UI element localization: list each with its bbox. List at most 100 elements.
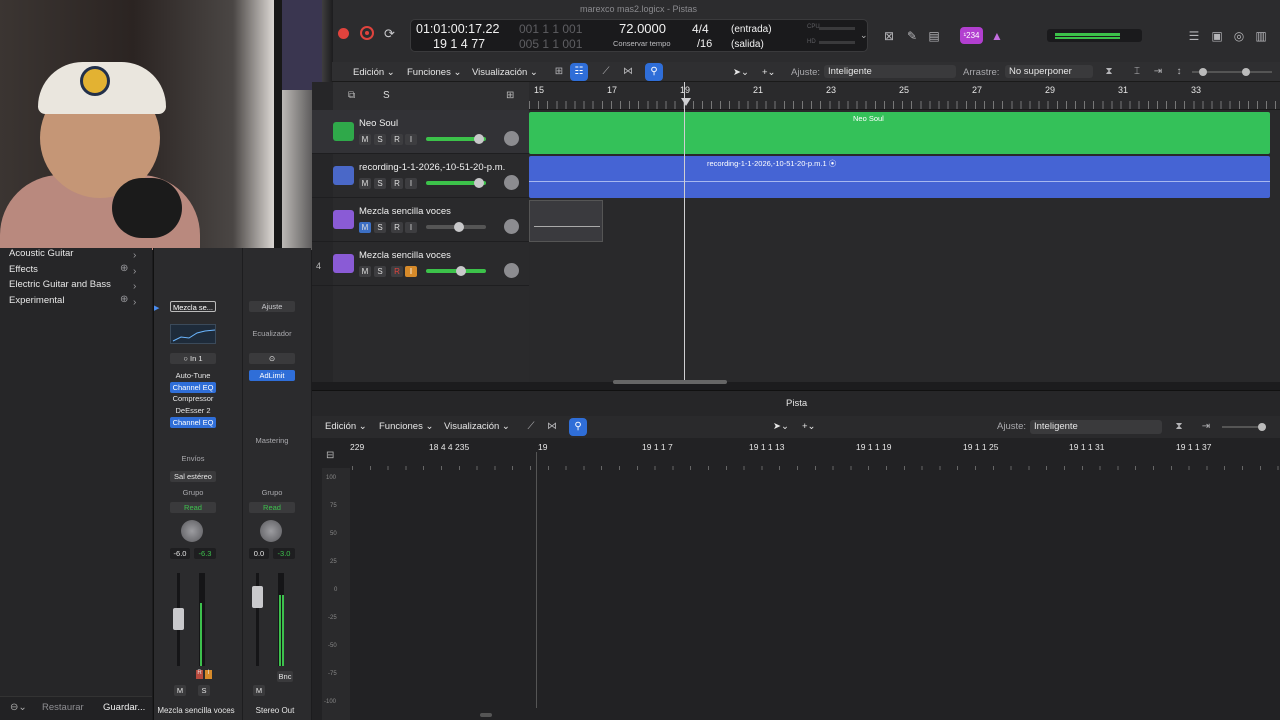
lcd-display[interactable]: 01:01:00:17.22 001 1 1 001 19 1 4 77 005…	[410, 19, 868, 52]
height-icon[interactable]: ↕	[1170, 63, 1188, 81]
duplicate-track-icon[interactable]: ⧉	[348, 90, 355, 101]
record-button[interactable]: R	[391, 222, 403, 233]
mute-button[interactable]: M	[253, 685, 265, 696]
catch-icon[interactable]: ⚲	[569, 418, 587, 436]
track-row[interactable]: Mezcla sencilla voces M S R I	[312, 198, 529, 242]
vertical-zoom-icon[interactable]: ⌶	[1128, 63, 1146, 81]
volume-readout[interactable]: -6.0	[170, 548, 190, 559]
monitor-button[interactable]: I	[405, 266, 417, 277]
link-icon[interactable]: ⊙	[249, 353, 295, 364]
zoom-slider[interactable]	[1222, 423, 1266, 431]
audio-editor[interactable]: ⊟ 229 18 4 4 235 19 19 1 1 7 19 1 1 13 1…	[312, 438, 1280, 720]
drag-select[interactable]: No superponer	[1005, 65, 1093, 78]
save-button[interactable]: Guardar...	[103, 702, 145, 713]
volume-slider[interactable]	[426, 266, 486, 276]
horizontal-zoom-icon[interactable]: ⇥	[1197, 418, 1215, 436]
monitor-button[interactable]: I	[405, 134, 417, 145]
mute-button[interactable]: M	[359, 134, 371, 145]
plugin-slot[interactable]: Compressor	[170, 393, 216, 404]
loop-icon[interactable]: ⊟	[326, 450, 334, 461]
record-button[interactable]: R	[391, 178, 403, 189]
output-slot[interactable]: Sal estéreo	[170, 471, 216, 482]
record-button[interactable]: R	[391, 266, 403, 277]
browser-icon[interactable]: ▥	[1252, 27, 1270, 45]
automation-icon[interactable]: ⟋	[597, 63, 615, 81]
plugin-slot[interactable]: Channel EQ	[170, 382, 216, 393]
library-item[interactable]: Effects	[9, 264, 38, 275]
pencil-tool-icon[interactable]: +⌄	[802, 421, 816, 432]
view-menu[interactable]: Visualización ⌄	[472, 67, 538, 78]
pencil-icon[interactable]: ✎	[903, 27, 921, 45]
waveform-zoom-icon[interactable]: ⧗	[1100, 63, 1118, 81]
track-name[interactable]: Mezcla sencilla voces	[359, 250, 451, 261]
mute-button[interactable]: M	[174, 685, 186, 696]
drummer-region[interactable]: Neo Soul	[529, 112, 1270, 154]
audio-region[interactable]: recording-1-1-2026,-10-51-20-p.m.1 ⦿	[529, 156, 1270, 198]
view-menu[interactable]: Visualización ⌄	[444, 421, 510, 432]
mute-button[interactable]: M	[359, 178, 371, 189]
horizontal-scrollbar[interactable]	[613, 380, 727, 384]
library-item[interactable]: Acoustic Guitar	[9, 248, 73, 259]
pan-knob[interactable]	[181, 520, 203, 542]
volume-slider[interactable]	[426, 134, 486, 144]
mute-button[interactable]: M	[359, 266, 371, 277]
volume-slider[interactable]	[426, 178, 486, 188]
group-slot[interactable]: Grupo	[249, 487, 295, 498]
pointer-tool-icon[interactable]: ➤⌄	[733, 67, 749, 78]
track-name[interactable]: Mezcla sencilla voces	[359, 206, 451, 217]
count-in-badge[interactable]: ¹234	[960, 27, 983, 44]
add-icon[interactable]: ⊕	[120, 294, 128, 305]
edit-menu[interactable]: Edición ⌄	[325, 421, 367, 432]
tuner-icon[interactable]: ⊠	[880, 27, 898, 45]
restore-button[interactable]: Restaurar	[42, 702, 84, 713]
track-row[interactable]: recording-1-1-2026,-10-51-20-p.m. M S R …	[312, 154, 529, 198]
mastering-slot[interactable]: Mastering	[249, 435, 295, 446]
global-solo-button[interactable]: S	[383, 90, 390, 101]
solo-button[interactable]: S	[374, 178, 386, 189]
audio-region[interactable]	[529, 200, 603, 242]
record-enable[interactable]: R	[196, 670, 203, 679]
plugin-slot[interactable]: DeEsser 2	[170, 405, 216, 416]
record-button[interactable]: R	[391, 134, 403, 145]
plugin-slot[interactable]: Auto-Tune	[170, 370, 216, 381]
pan-knob[interactable]	[504, 131, 519, 146]
solo-button[interactable]: S	[374, 222, 386, 233]
track-row[interactable]: Neo Soul M S R I	[312, 110, 529, 154]
plugin-slot[interactable]: AdLimit	[249, 370, 295, 381]
monitor-button[interactable]: I	[405, 178, 417, 189]
capture-record-button[interactable]	[360, 26, 374, 40]
preset-slot[interactable]: Mezcla se...	[170, 301, 216, 312]
pan-knob[interactable]	[260, 520, 282, 542]
setting-button[interactable]: Ajuste	[249, 301, 295, 312]
new-track-icon[interactable]: ⊞	[506, 90, 514, 101]
automation-icon[interactable]: ⟋	[522, 418, 540, 436]
volume-fader[interactable]	[173, 608, 184, 630]
pencil-tool-icon[interactable]: +⌄	[762, 67, 776, 78]
waveform-zoom-icon[interactable]: ⧗	[1170, 418, 1188, 436]
options-icon[interactable]: ⊖⌄	[10, 702, 27, 713]
horizontal-zoom-icon[interactable]: ⇥	[1149, 63, 1167, 81]
track-name[interactable]: recording-1-1-2026,-10-51-20-p.m.	[359, 162, 505, 173]
list-icon[interactable]: ☰	[1185, 27, 1203, 45]
catch-icon[interactable]: ⚲	[645, 63, 663, 81]
monitor-button[interactable]: I	[405, 222, 417, 233]
track-name[interactable]: Neo Soul	[359, 118, 398, 129]
list-view-icon[interactable]: ☷	[570, 63, 588, 81]
input-monitor[interactable]: I	[205, 670, 212, 679]
chevron-down-icon[interactable]: ⌄	[860, 30, 868, 41]
edit-menu[interactable]: Edición ⌄	[353, 67, 395, 78]
pointer-tool-icon[interactable]: ➤⌄	[773, 421, 789, 432]
automation-mode[interactable]: Read	[249, 502, 295, 513]
pan-knob[interactable]	[504, 219, 519, 234]
timeline-ruler[interactable]: 15 17 19 21 23 25 27 29 31 33	[529, 82, 1280, 110]
master-volume[interactable]	[1047, 29, 1142, 42]
snap-select[interactable]: Inteligente	[1030, 420, 1162, 434]
record-button[interactable]	[338, 28, 349, 39]
chevron-right-icon[interactable]: › › › ›	[133, 248, 136, 311]
eq-label[interactable]: Ecualizador	[249, 328, 295, 339]
plugin-slot[interactable]: Channel EQ	[170, 417, 216, 428]
zoom-slider[interactable]	[1192, 68, 1272, 76]
metronome-icon[interactable]: ▲	[988, 27, 1006, 45]
score-icon[interactable]: ▤	[925, 27, 943, 45]
flex-icon[interactable]: ⋈	[543, 418, 561, 436]
